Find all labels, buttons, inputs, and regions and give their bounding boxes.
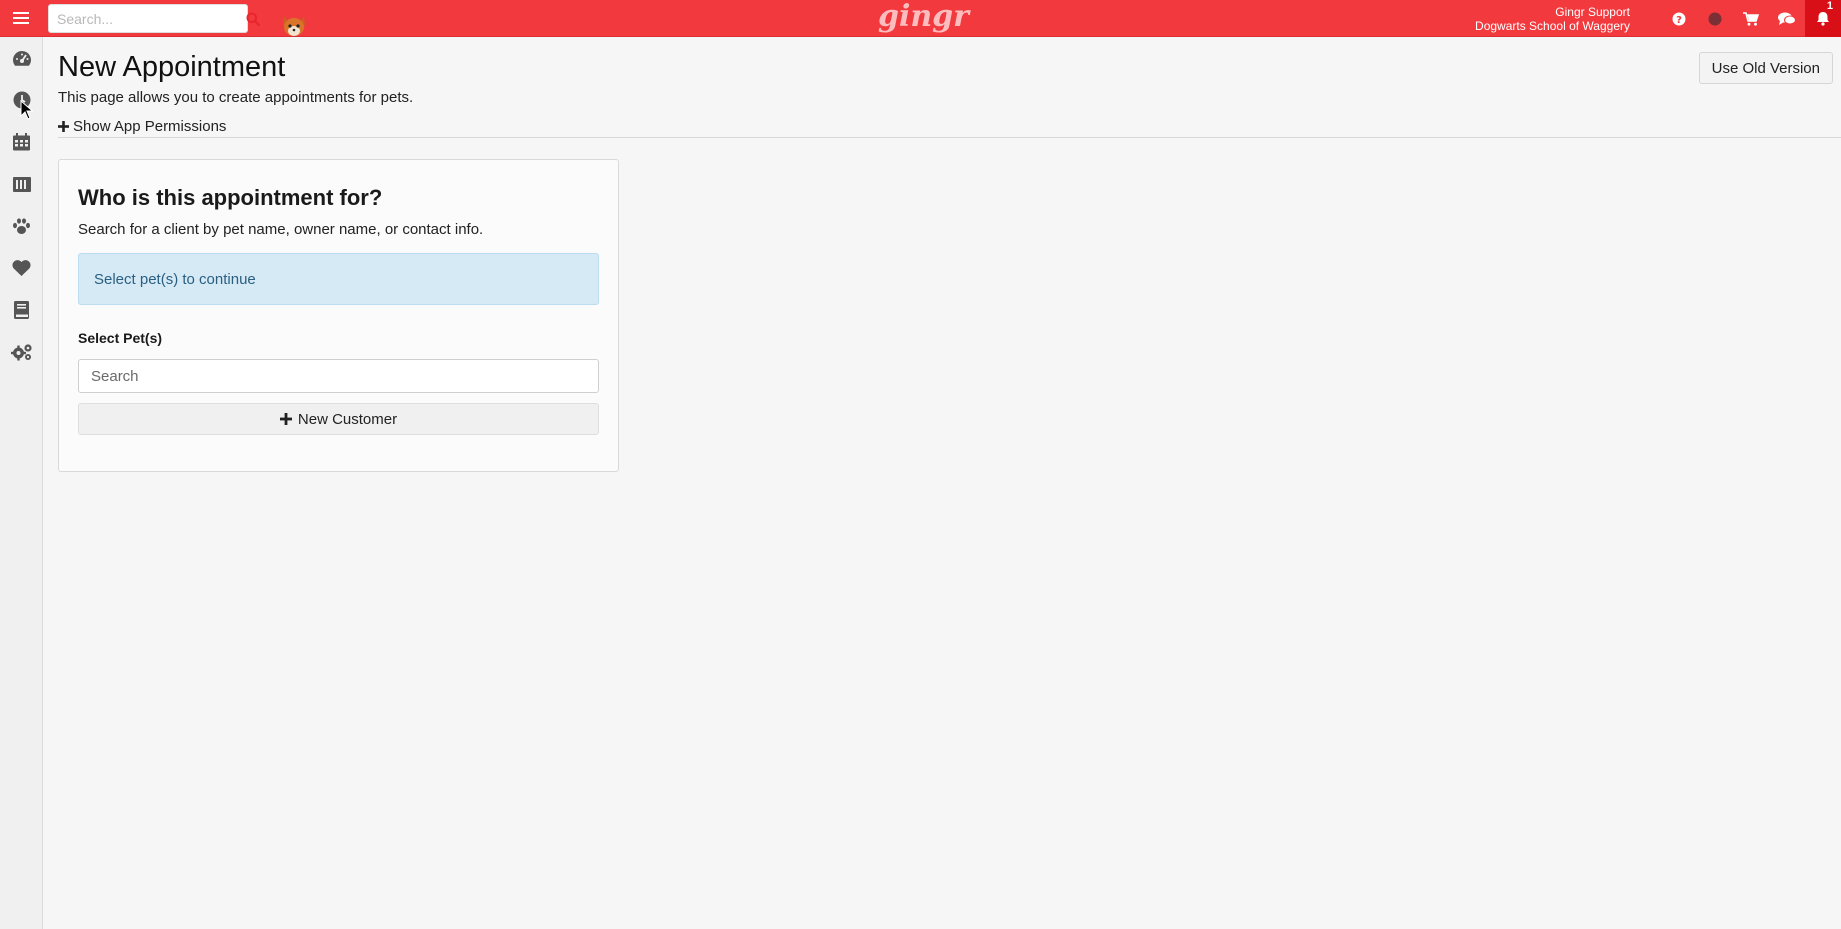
- header-divider: [58, 137, 1841, 138]
- notification-count-badge: 1: [1826, 0, 1833, 12]
- calendar-icon: [13, 133, 30, 151]
- use-old-version-button[interactable]: Use Old Version: [1698, 52, 1833, 84]
- sidebar-item-reports[interactable]: [0, 289, 43, 331]
- sidebar-item-kennels[interactable]: [0, 163, 43, 205]
- global-search-input[interactable]: [49, 5, 246, 32]
- sidebar-item-pets[interactable]: [0, 205, 43, 247]
- chat-icon[interactable]: [1769, 0, 1805, 37]
- user-info[interactable]: Gingr Support Dogwarts School of Waggery: [1475, 5, 1630, 33]
- sidebar-item-favorites[interactable]: [0, 247, 43, 289]
- select-pets-alert: Select pet(s) to continue: [78, 253, 599, 305]
- user-name: Gingr Support: [1555, 5, 1630, 19]
- dashboard-icon: [12, 50, 31, 66]
- card-subtitle: Search for a client by pet name, owner n…: [78, 221, 484, 238]
- kennel-icon: [12, 176, 31, 192]
- global-search: [48, 4, 260, 33]
- pet-search-input[interactable]: [78, 359, 599, 393]
- notifications-button[interactable]: 1: [1805, 0, 1841, 37]
- cogs-icon: [10, 344, 32, 361]
- select-pets-label: Select Pet(s): [78, 330, 163, 346]
- gingr-logo[interactable]: gingr: [878, 1, 969, 35]
- fox-mascot-icon: [280, 10, 308, 38]
- sidebar: [0, 37, 43, 929]
- business-name: Dogwarts School of Waggery: [1475, 19, 1630, 33]
- sidebar-item-calendar[interactable]: [0, 121, 43, 163]
- book-icon: [14, 301, 29, 319]
- bell-icon: [1817, 12, 1829, 26]
- heart-icon: [12, 260, 31, 276]
- page-title: New Appointment: [58, 51, 286, 83]
- cart-icon[interactable]: [1733, 0, 1769, 37]
- sidebar-item-settings[interactable]: [0, 331, 43, 373]
- svg-text:?: ?: [1676, 14, 1682, 25]
- sidebar-item-dashboard[interactable]: [0, 37, 43, 79]
- new-customer-label: New Customer: [297, 410, 398, 428]
- show-app-permissions-toggle[interactable]: Show App Permissions: [58, 118, 226, 135]
- new-customer-button[interactable]: New Customer: [78, 403, 599, 435]
- top-navbar: gingr Gingr Support Dogwarts School of W…: [0, 0, 1841, 37]
- appointment-client-card: Who is this appointment for? Search for …: [58, 159, 619, 472]
- mouse-cursor-icon: [20, 100, 34, 120]
- hamburger-menu-icon[interactable]: [0, 0, 42, 37]
- paw-icon: [13, 217, 30, 234]
- status-indicator-icon[interactable]: [1697, 0, 1733, 37]
- plus-icon: [279, 413, 292, 425]
- page-description: This page allows you to create appointme…: [58, 89, 414, 106]
- help-icon[interactable]: ?: [1661, 0, 1697, 37]
- plus-icon: [58, 121, 69, 132]
- main-content: New Appointment This page allows you to …: [43, 37, 1841, 929]
- show-app-permissions-label: Show App Permissions: [73, 118, 227, 135]
- search-icon[interactable]: [246, 5, 260, 32]
- top-icon-group: ? 1: [1661, 0, 1841, 37]
- card-title: Who is this appointment for?: [78, 185, 383, 210]
